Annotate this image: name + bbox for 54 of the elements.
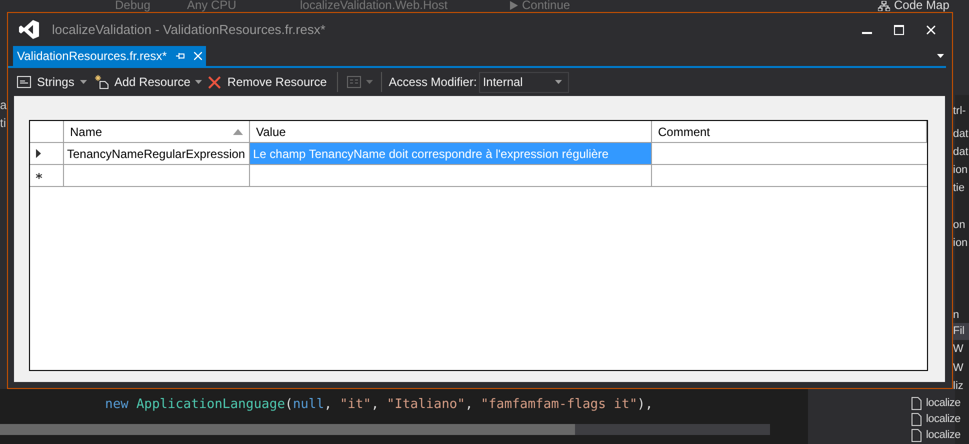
access-modifier-label: Access Modifier: xyxy=(388,74,477,91)
column-header[interactable]: Name xyxy=(64,121,250,143)
delete-icon xyxy=(208,76,222,88)
solution-item[interactable]: n xyxy=(953,307,968,324)
solution-item[interactable]: ion xyxy=(953,162,969,179)
add-resource-button[interactable]: Add Resource xyxy=(95,73,202,91)
solution-item[interactable]: W xyxy=(953,360,969,377)
file-icon xyxy=(911,413,922,426)
text-icon xyxy=(17,76,31,88)
solution-item[interactable]: ion xyxy=(953,235,969,252)
solution-item[interactable]: localize xyxy=(926,396,960,411)
pin-icon[interactable] xyxy=(176,52,185,60)
solution-item[interactable]: tie xyxy=(953,180,969,197)
access-modifier-dropdown[interactable]: Internal xyxy=(478,72,569,92)
toolbar-label[interactable]: Code Map xyxy=(894,0,950,11)
corner-cell xyxy=(30,121,64,143)
asterisk-icon xyxy=(36,172,42,178)
row-header[interactable] xyxy=(30,143,64,165)
close-icon[interactable] xyxy=(926,24,936,34)
logo-icon xyxy=(19,20,39,39)
grid-view-icon xyxy=(346,76,361,88)
solution-item[interactable]: dat xyxy=(953,144,969,161)
solution-item[interactable]: on xyxy=(953,217,969,234)
maximize-icon[interactable] xyxy=(894,24,904,34)
play-icon xyxy=(510,1,518,10)
new-document-icon xyxy=(95,75,110,89)
current-row-icon xyxy=(36,149,41,158)
solution-item[interactable]: trl- xyxy=(953,103,969,120)
view-button[interactable] xyxy=(346,76,373,88)
caret-icon xyxy=(195,80,202,84)
solution-item[interactable]: localize xyxy=(926,428,960,443)
document-tab[interactable]: ValidationResources.fr.resx* xyxy=(13,46,206,66)
panel-text: ti xyxy=(0,115,6,131)
strings-button[interactable]: Strings xyxy=(16,73,88,91)
code-line: new ApplicationLanguage(null, "it", "Italiano", "famfamfam-flags it"), xyxy=(105,397,653,412)
solution-item[interactable]: Fil xyxy=(953,323,969,340)
caret-icon xyxy=(554,80,562,84)
caret-icon xyxy=(937,54,944,58)
table-cell[interactable]: TenancyNameRegularExpression xyxy=(64,143,250,165)
caret-icon xyxy=(366,80,373,84)
file-icon xyxy=(911,397,922,410)
hierarchy-icon xyxy=(878,0,890,10)
solution-item[interactable]: dat xyxy=(953,126,969,143)
file-icon xyxy=(911,429,922,442)
table-cell[interactable] xyxy=(250,165,652,187)
caret-icon xyxy=(80,80,88,84)
solution-item[interactable]: W xyxy=(953,341,969,358)
remove-resource-button[interactable]: Remove Resource xyxy=(208,73,327,91)
window-title: localizeValidation - ValidationResources.fr.resx* xyxy=(52,20,326,39)
solution-item[interactable]: liz xyxy=(953,378,969,395)
solution-item[interactable]: localize xyxy=(926,412,960,427)
table-cell[interactable] xyxy=(64,165,250,187)
column-header[interactable]: Comment xyxy=(652,121,927,143)
panel-text: a xyxy=(0,97,7,113)
